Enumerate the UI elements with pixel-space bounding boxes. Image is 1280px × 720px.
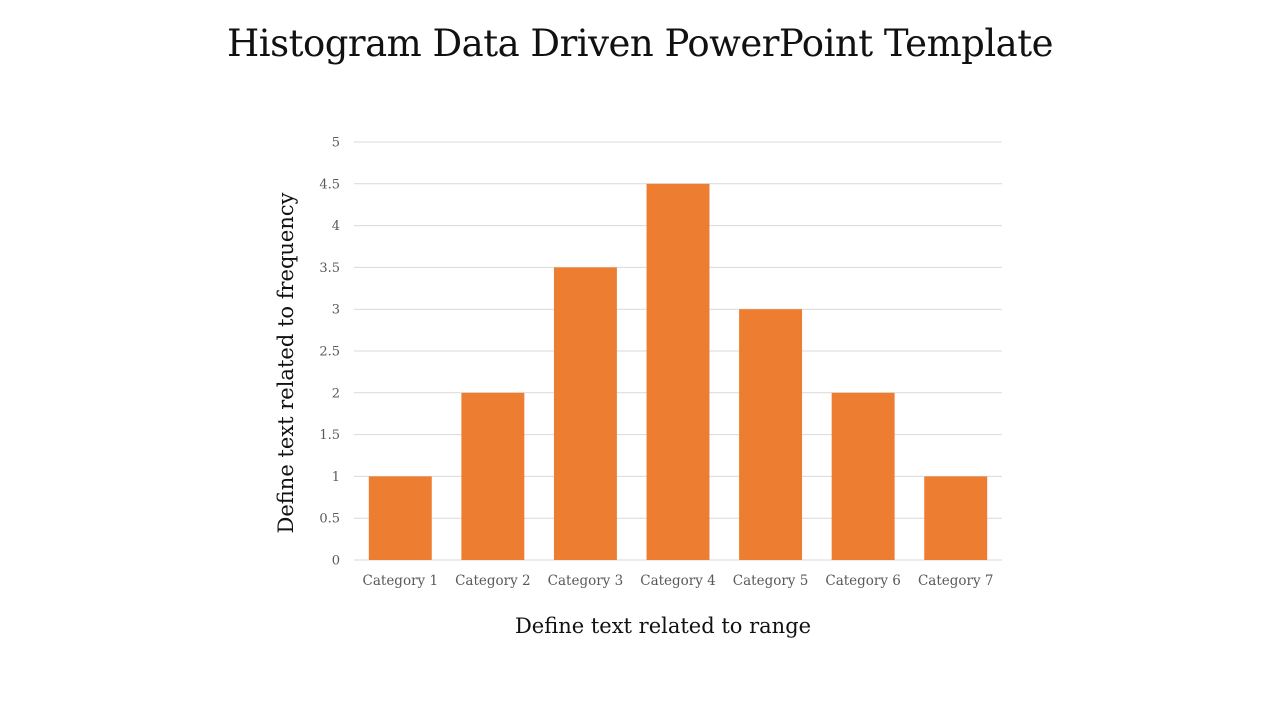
x-tick-label: Category 3 [548,573,624,589]
y-tick-label: 3 [332,303,340,318]
x-tick-label: Category 5 [733,573,809,589]
y-tick-label: 1 [332,470,340,485]
y-tick-label: 2.5 [319,345,340,360]
bar-5 [739,309,803,560]
x-tick-label: Category 4 [640,573,716,589]
y-tick-label: 2 [332,386,340,401]
x-tick-label: Category 7 [918,573,994,589]
y-tick-label: 0 [332,554,340,569]
y-tick-label: 4 [332,219,340,234]
bar-1 [368,476,432,560]
bar-3 [553,267,617,560]
bar-2 [461,392,525,560]
x-tick-label: Category 6 [825,573,901,589]
x-axis-title: Define text related to range [515,614,811,638]
bars [368,183,988,561]
x-tick-label: Category 2 [455,573,531,589]
bar-4 [646,183,710,561]
y-tick-label: 4.5 [319,177,340,192]
x-tick-label: Category 1 [363,573,439,589]
y-tick-label: 0.5 [319,512,340,527]
y-tick-label: 1.5 [319,428,340,443]
y-axis-title: Define text related to frequency [274,192,298,533]
x-axis-ticks: Category 1 Category 2 Category 3 Category 4… [363,573,994,589]
y-axis-ticks: 0 0.5 1 1.5 2 2.5 3 3.5 4 4.5 5 [319,136,340,569]
y-tick-label: 3.5 [319,261,340,276]
bar-7 [924,476,988,560]
y-tick-label: 5 [332,136,340,151]
bar-6 [831,392,895,560]
histogram-chart: 00.511.522.533.544.55 Category 1 Category… [274,136,1002,638]
